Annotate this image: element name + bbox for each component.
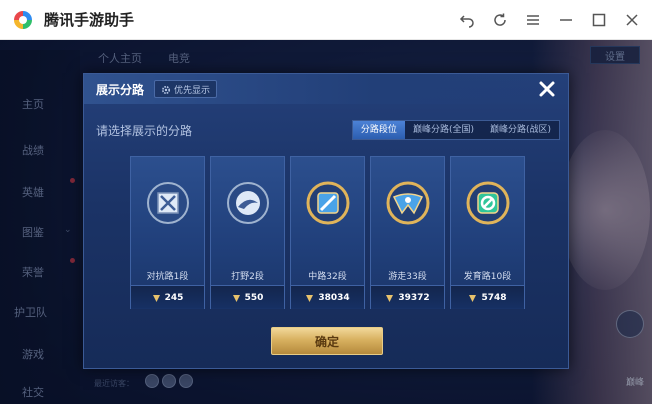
tab-peak-lane-national[interactable]: 巅峰分路(全国): [404, 121, 482, 139]
select-lane-prompt: 请选择展示的分路: [96, 124, 193, 138]
lane-count: 245: [131, 285, 204, 309]
lane-count: 550: [211, 285, 284, 309]
arrow-down-icon: [305, 288, 314, 307]
lane-count: 5748: [451, 285, 524, 309]
lane-count-value: 5748: [481, 292, 507, 303]
display-lane-dialog: 展示分路 优先显示 请选择展示的分路 分路段位 巅峰分路(全国) 巅峰分路(战区…: [83, 73, 569, 369]
arrow-down-icon: [232, 288, 241, 307]
farm-lane-icon: [464, 179, 512, 227]
lane-type-segmented-control: 分路段位 巅峰分路(全国) 巅峰分路(战区): [351, 120, 560, 140]
roam-icon: [384, 179, 432, 227]
dialog-title: 展示分路: [96, 83, 145, 97]
lane-count: 39372: [371, 285, 444, 309]
lane-card-mid[interactable]: 中路32段 38034: [290, 156, 365, 309]
confirm-button[interactable]: 确定: [271, 327, 383, 355]
lane-card-roam[interactable]: 游走33段 39372: [370, 156, 445, 309]
arrow-down-icon: [152, 288, 161, 307]
priority-display-button[interactable]: 优先显示: [154, 80, 218, 99]
arrow-down-icon: [385, 288, 394, 307]
lane-card-farm[interactable]: 发育路10段 5748: [450, 156, 525, 309]
lane-rank-label: 打野2段: [231, 272, 264, 282]
app-logo-icon: [12, 9, 34, 31]
lane-count: 38034: [291, 285, 364, 309]
lane-rank-label: 对抗路1段: [146, 272, 189, 282]
tab-lane-rank[interactable]: 分路段位: [352, 121, 405, 139]
close-window-icon[interactable]: [621, 10, 642, 31]
lane-card-jungle[interactable]: 打野2段 550: [210, 156, 285, 309]
title-bar: 腾讯手游助手: [0, 0, 652, 40]
close-icon[interactable]: [536, 78, 558, 100]
lane-card-clash[interactable]: 对抗路1段 245: [130, 156, 205, 309]
lane-count-value: 245: [164, 292, 184, 303]
lane-cards: 对抗路1段 245 打野2段 550 中路32段 38034 游走33段 393…: [130, 156, 525, 309]
lane-rank-label: 发育路10段: [463, 272, 512, 282]
gear-icon: [161, 80, 171, 99]
arrow-down-icon: [468, 288, 477, 307]
lane-count-value: 550: [244, 292, 264, 303]
jungle-icon: [224, 179, 272, 227]
app-title: 腾讯手游助手: [44, 11, 135, 29]
minimize-icon[interactable]: [555, 10, 576, 31]
maximize-icon[interactable]: [588, 10, 609, 31]
menu-icon[interactable]: [522, 10, 543, 31]
lane-count-value: 39372: [398, 292, 430, 303]
back-icon[interactable]: [456, 10, 477, 31]
window-controls: [456, 0, 642, 40]
priority-display-label: 优先显示: [174, 85, 211, 96]
lane-rank-label: 游走33段: [388, 272, 427, 282]
mid-lane-icon: [304, 179, 352, 227]
clash-lane-icon: [144, 179, 192, 227]
tab-peak-lane-region[interactable]: 巅峰分路(战区): [481, 121, 559, 139]
refresh-icon[interactable]: [489, 10, 510, 31]
lane-rank-label: 中路32段: [308, 272, 347, 282]
lane-count-value: 38034: [318, 292, 350, 303]
dialog-header: 展示分路 优先显示: [84, 74, 568, 104]
